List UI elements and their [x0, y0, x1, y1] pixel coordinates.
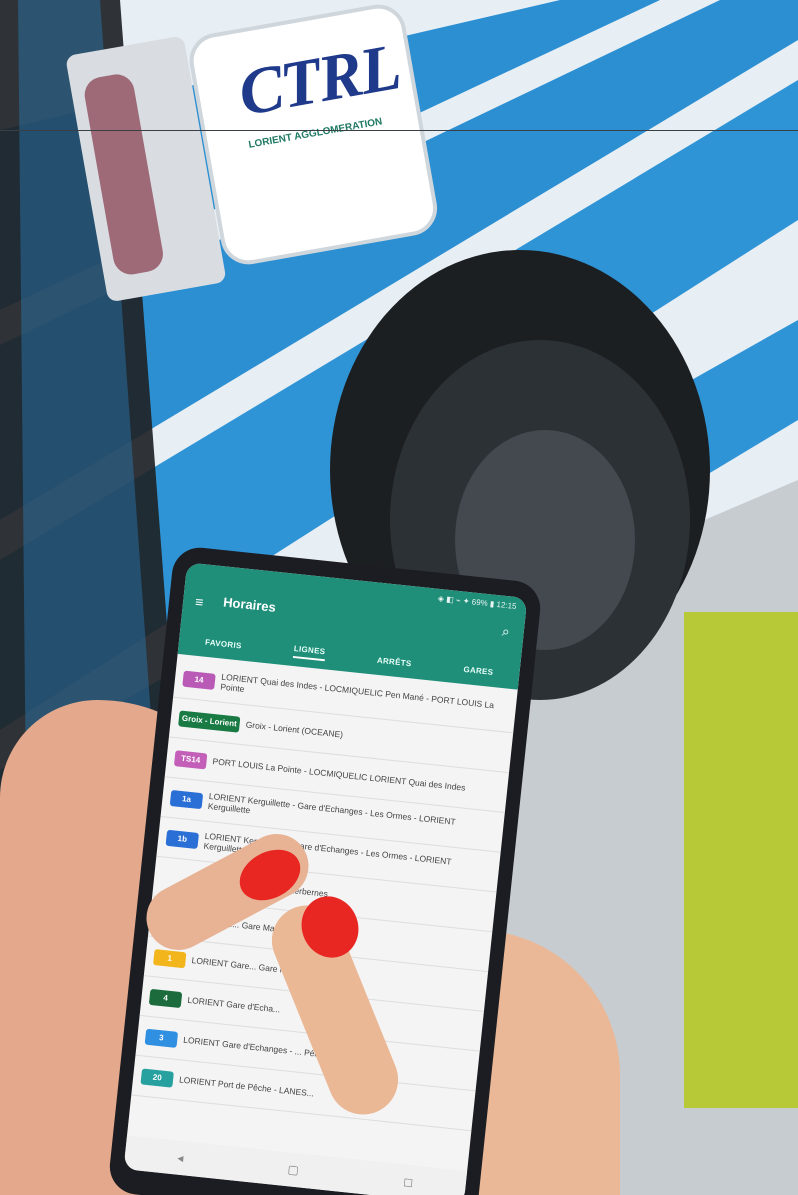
line-badge: 4	[148, 988, 183, 1008]
photo-scene: CTRL LORIENT AGGLOMERATION ◈ ◧ ⌁ ✦ 69% ▮…	[0, 0, 798, 1195]
home-icon[interactable]: ▢	[287, 1162, 300, 1177]
green-panel	[684, 612, 798, 1108]
line-badge: 3	[144, 1028, 179, 1048]
menu-icon[interactable]: ≡	[194, 593, 204, 610]
line-route-text: LORIENT Gare d'Echa...	[187, 994, 281, 1015]
line-badge: 1	[153, 948, 187, 968]
line-badge: 1a	[169, 789, 204, 809]
line-route-text: LORIENT Port de Pêche - LANES...	[178, 1074, 315, 1099]
smartphone: ◈ ◧ ⌁ ✦ 69% ▮ 12:15 ≡ Horaires ⌕ FAVORIS…	[107, 545, 543, 1195]
line-route-text: Groix - Lorient (OCEANE)	[245, 719, 344, 740]
line-badge: TS14	[173, 749, 208, 769]
line-badge: 20	[140, 1067, 174, 1088]
search-icon[interactable]: ⌕	[501, 623, 510, 641]
line-badge: Groix - Lorient	[178, 709, 241, 733]
back-icon[interactable]: ◂	[177, 1151, 184, 1166]
tab-gares[interactable]: GARES	[463, 664, 494, 676]
tab-favoris[interactable]: FAVORIS	[205, 637, 242, 650]
recents-icon[interactable]: ◻	[403, 1174, 414, 1189]
line-badge: 1b	[165, 829, 200, 849]
horizontal-rule	[0, 130, 798, 131]
line-badge: 14	[182, 670, 216, 690]
app-title: Horaires	[222, 594, 277, 615]
status-bar: ◈ ◧ ⌁ ✦ 69% ▮ 12:15	[437, 593, 517, 612]
tab-lignes[interactable]: LIGNES	[292, 644, 326, 662]
tab-arrets[interactable]: ARRÊTS	[377, 655, 412, 668]
